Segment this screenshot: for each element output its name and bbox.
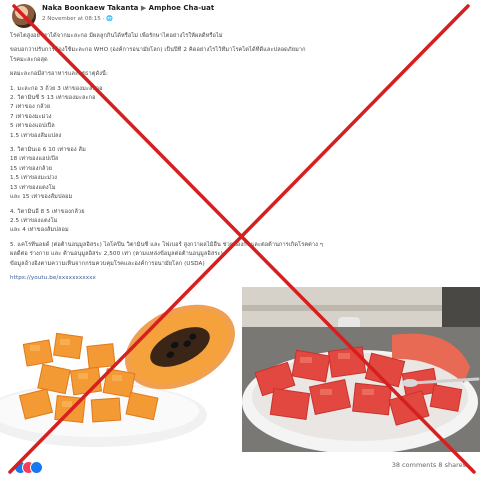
post-text-line: และ 15 เท่าของส้มปลอม — [10, 194, 73, 201]
haha-reaction-icon — [30, 461, 43, 474]
post-text-line: 2.5 เท่าของแตงโม — [10, 217, 58, 224]
papaya-cut-photo[interactable] — [0, 287, 238, 452]
post-text-line: 3. วิตามินเอ 6 10 เท่าของ ส้ม — [10, 147, 86, 154]
post-text-line: โรคไตสูงอย่าหาได้จากมะละกอ มีผลลูกกินได้… — [10, 33, 223, 39]
papaya-plate-illustration — [242, 287, 480, 452]
post-text-line: ผลมะละกอมีสารอาหารและแร่ธาตุดังนี้: — [10, 71, 108, 78]
comments-shares-count[interactable]: 38 comments 8 shares — [392, 461, 466, 469]
post-text-line: 7 เท่าของ กล้วย — [10, 104, 51, 111]
post-text-line: 5. แคโรทีนอยด์ (ต่อต้านอนุมูลอิสระ) ไลโค… — [10, 241, 323, 248]
post-text-line: โรคมะละกอสุด — [10, 56, 48, 63]
share-arrow-icon: ▶ — [140, 4, 147, 12]
post-text-line: 13 เท่าของแตงโม — [10, 184, 56, 191]
post-text-line: ข้อมูลอ้างอิงตามความเห็นจากกรมควบคุมโรคแ… — [10, 260, 205, 267]
post-text-line: ขอบอกว่าปรับการต้องใช้มะละกอ WHO (องค์กา… — [10, 47, 306, 54]
post-photos — [0, 287, 480, 452]
post-text-line: และ 4 เท่าของส้มปลอม — [10, 227, 69, 234]
post-timestamp[interactable]: 2 November at 08:15 · 🌐 — [42, 16, 113, 22]
post-text-line: 1. มะละกอ 3 ถ้วย 3 เท่าของมะละกอ — [10, 85, 103, 92]
recipient-name[interactable]: Amphoe Cha-uat — [149, 4, 215, 12]
post-text-line: 1.5 เท่าของส้มแปลง — [10, 132, 62, 139]
post-footer: 38 comments 8 shares — [0, 455, 480, 480]
post-text-line: 5 เท่าของแอปเปิ้ล — [10, 123, 55, 130]
post-text-line: 4. วิตามินอี 8 5 เท่าของกล้วย — [10, 208, 85, 215]
post-text-line: ผลดีต่อ ร่างกาย และ ต้านอนุมูลอิสระ 2,50… — [10, 251, 223, 258]
post-text-line: 2. วิตามินซี 5 13 เท่าของมะละกอ — [10, 95, 96, 102]
papaya-plate-photo[interactable] — [242, 287, 480, 452]
post-link[interactable]: https://youtu.be/xxxxxxxxxxx — [10, 274, 468, 283]
author-line: Naka Boonkaew Takanta ▶ Amphoe Cha-uat — [42, 4, 214, 12]
papaya-cubes-illustration — [0, 287, 238, 452]
post-header: Naka Boonkaew Takanta ▶ Amphoe Cha-uat 2… — [12, 4, 472, 30]
post-text-line: 7 เท่าของมะม่วง — [10, 113, 52, 120]
author-avatar[interactable] — [12, 4, 36, 28]
post-text-line: 18 เท่าของแอปเปิ้ล — [10, 156, 59, 163]
reaction-icons[interactable] — [14, 461, 44, 474]
post-body-text: โรคไตสูงอย่าหาได้จากมะละกอ มีผลลูกกินได้… — [10, 32, 468, 283]
facebook-post-card: Naka Boonkaew Takanta ▶ Amphoe Cha-uat 2… — [0, 0, 480, 480]
post-text-line: 15 เท่าของกล้วย — [10, 165, 53, 172]
author-name[interactable]: Naka Boonkaew Takanta — [42, 4, 138, 12]
post-text-line: 1.5 เท่าของมะม่วง — [10, 175, 58, 182]
